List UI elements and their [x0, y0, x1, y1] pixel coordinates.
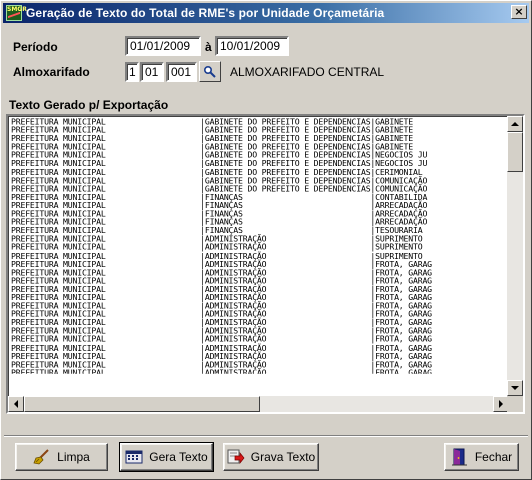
- scroll-corner: [507, 396, 523, 412]
- almox-code-2-input[interactable]: 01: [140, 62, 164, 82]
- arrow-down-icon: [511, 386, 519, 390]
- scroll-left-button[interactable]: [8, 396, 24, 412]
- scroll-down-button[interactable]: [507, 380, 523, 396]
- gera-texto-button[interactable]: Gera Texto: [119, 442, 214, 472]
- group-title: Texto Gerado p/ Exportação: [9, 98, 169, 112]
- limpa-button[interactable]: Limpa: [15, 443, 108, 471]
- arrow-right-icon: [499, 400, 503, 408]
- save-arrow-icon: [227, 448, 245, 466]
- title-bar: SMGR Geração de Texto do Total de RME's …: [3, 3, 529, 23]
- fechar-button[interactable]: Fechar: [444, 443, 519, 471]
- almox-code-1-input[interactable]: 1: [125, 62, 139, 82]
- fechar-button-label: Fechar: [474, 450, 513, 464]
- window-title: Geração de Texto do Total de RME's por U…: [26, 6, 385, 20]
- limpa-button-label: Limpa: [57, 450, 90, 464]
- date-from-input[interactable]: 01/01/2009: [125, 36, 201, 56]
- grava-texto-button[interactable]: Grava Texto: [223, 443, 319, 471]
- arrow-up-icon: [511, 122, 519, 126]
- export-text-area[interactable]: PREFEITURA MUNICIPAL |GABINETE DO PREFEI…: [6, 114, 525, 414]
- app-icon: SMGR: [6, 5, 27, 22]
- almox-lookup-button[interactable]: [199, 61, 221, 82]
- broom-icon: [33, 448, 51, 466]
- periodo-label: Período: [13, 40, 58, 54]
- door-exit-icon: [451, 448, 469, 466]
- date-separator: à: [205, 40, 212, 54]
- horizontal-scrollbar[interactable]: [8, 396, 509, 412]
- search-link-icon: [203, 65, 216, 78]
- date-to-input[interactable]: 10/01/2009: [215, 36, 289, 56]
- gera-texto-button-label: Gera Texto: [149, 450, 208, 464]
- close-button[interactable]: ×: [511, 5, 527, 19]
- main-window: SMGR Geração de Texto do Total de RME's …: [0, 0, 532, 480]
- bottom-divider: [4, 435, 528, 437]
- export-text-lines: PREFEITURA MUNICIPAL |GABINETE DO PREFEI…: [11, 118, 509, 374]
- export-text-line: PREFEITURA MUNICIPAL |ADMINISTRAÇÃO |FRO…: [11, 368, 432, 374]
- almox-name-text: ALMOXARIFADO CENTRAL: [230, 65, 385, 79]
- vertical-scroll-thumb[interactable]: [507, 132, 523, 172]
- vertical-scrollbar[interactable]: [507, 116, 523, 396]
- scroll-up-button[interactable]: [507, 116, 523, 132]
- calculator-icon: [125, 448, 143, 466]
- almox-code-3-input[interactable]: 001: [166, 62, 197, 82]
- grava-texto-button-label: Grava Texto: [250, 450, 316, 464]
- arrow-left-icon: [14, 400, 18, 408]
- horizontal-scroll-thumb[interactable]: [24, 396, 260, 412]
- almoxarifado-label: Almoxarifado: [13, 65, 90, 79]
